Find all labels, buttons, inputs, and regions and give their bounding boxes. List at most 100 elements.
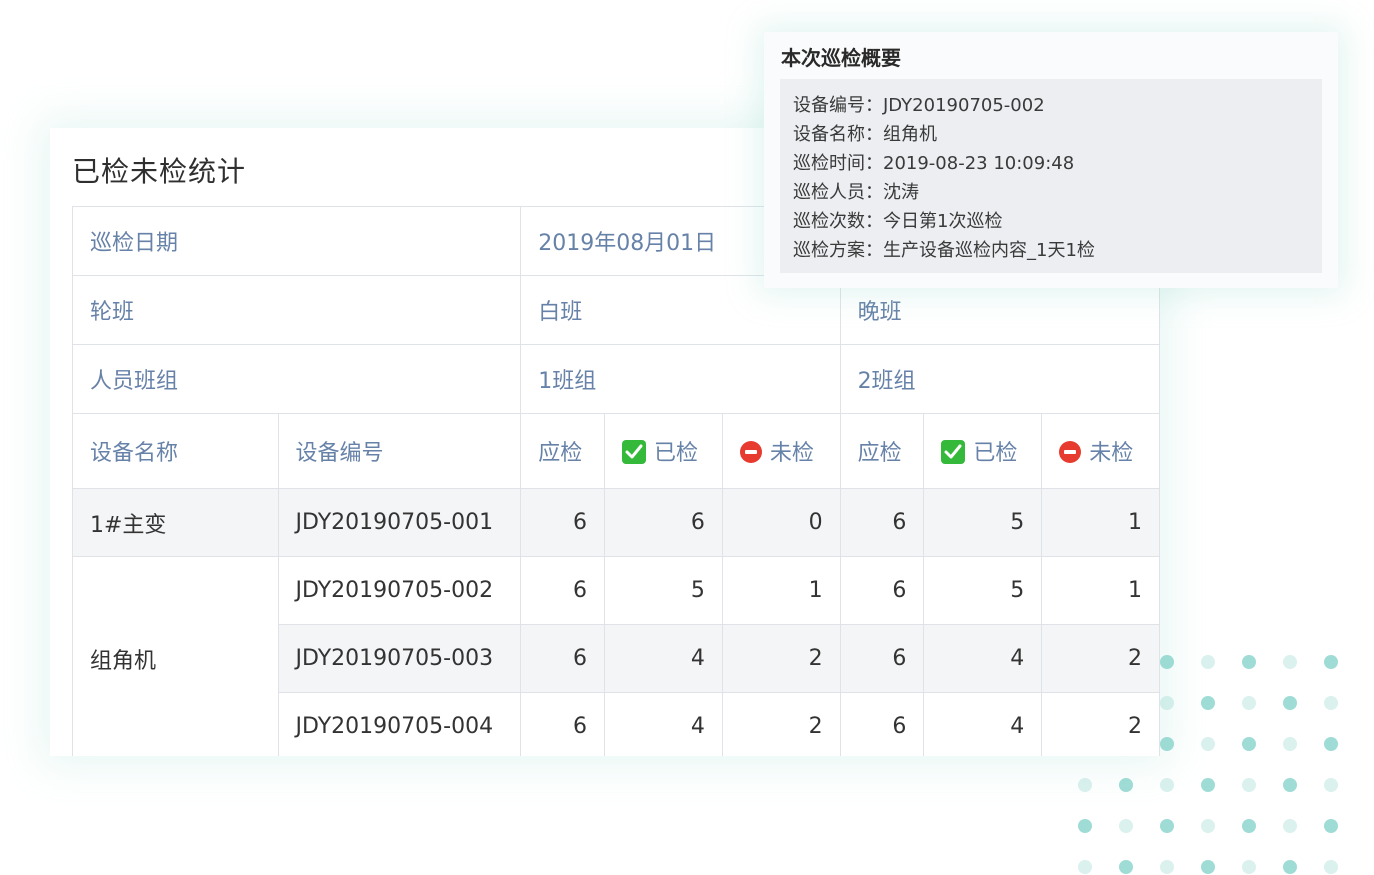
col-s1-done: 已检 bbox=[604, 413, 723, 489]
column-header-row: 设备名称 设备编号 应检 已检 未检 应检 已检 未检 bbox=[72, 413, 1160, 489]
s2-done-cell: 5 bbox=[923, 556, 1043, 625]
popup-title: 本次巡检概要 bbox=[781, 46, 901, 70]
decorative-dot bbox=[1324, 696, 1338, 710]
col-device-name: 设备名称 bbox=[72, 413, 279, 489]
s2-undone-cell: 2 bbox=[1041, 692, 1160, 756]
decorative-dot bbox=[1283, 696, 1297, 710]
popup-device-name: 设备名称：组角机 bbox=[793, 124, 937, 145]
s1-undone-cell: 0 bbox=[721, 488, 841, 557]
col-s1-undone: 未检 bbox=[721, 413, 841, 489]
col-s2-due: 应检 bbox=[839, 413, 925, 489]
shift-label: 轮班 bbox=[71, 275, 522, 345]
s2-done-cell: 4 bbox=[923, 692, 1043, 756]
device-code-cell: JDY20190705-004 bbox=[277, 692, 522, 756]
device-code-cell: JDY20190705-002 bbox=[277, 556, 522, 625]
no-entry-icon bbox=[1059, 441, 1082, 463]
col-s1-undone-label: 未检 bbox=[769, 441, 814, 466]
s1-due-cell: 6 bbox=[520, 488, 606, 557]
decorative-dot bbox=[1324, 778, 1338, 792]
popup-inspector: 巡检人员：沈涛 bbox=[793, 182, 919, 203]
col-s2-undone-label: 未检 bbox=[1089, 441, 1134, 466]
decorative-dot bbox=[1242, 737, 1256, 751]
group-row: 人员班组 1班组 2班组 bbox=[71, 344, 1160, 414]
table-row[interactable]: 组角机 JDY20190705-002 6 5 1 6 5 1 bbox=[72, 556, 1160, 756]
decorative-dot bbox=[1283, 819, 1297, 833]
popup-device-code: 设备编号：JDY20190705-002 bbox=[793, 95, 1045, 116]
card-title: 已检未检统计 bbox=[72, 155, 247, 188]
device-code-cell: JDY20190705-001 bbox=[277, 488, 522, 557]
decorative-dot bbox=[1283, 778, 1297, 792]
col-s1-due: 应检 bbox=[520, 413, 606, 489]
s2-due-cell: 6 bbox=[839, 692, 925, 756]
popup-details: 设备编号：JDY20190705-002 设备名称：组角机 巡检时间：2019-… bbox=[780, 79, 1322, 273]
stats-table: 巡检日期 2019年08月01日 轮班 白班 晚班 人员班组 1班组 2班组 设… bbox=[71, 206, 1160, 756]
decorative-dot bbox=[1324, 737, 1338, 751]
table-row[interactable]: 1#主变 JDY20190705-001 6 6 0 6 5 1 bbox=[72, 488, 1160, 557]
s2-undone-cell: 2 bbox=[1041, 624, 1160, 693]
decorative-dot bbox=[1078, 860, 1092, 874]
device-name-cell: 1#主变 bbox=[72, 488, 279, 557]
s2-due-cell: 6 bbox=[839, 488, 925, 557]
decorative-dot bbox=[1160, 655, 1174, 669]
decorative-dot bbox=[1242, 819, 1256, 833]
decorative-dot bbox=[1119, 778, 1133, 792]
s1-due-cell: 6 bbox=[520, 624, 606, 693]
col-device-code: 设备编号 bbox=[277, 413, 522, 489]
group-label: 人员班组 bbox=[71, 344, 522, 414]
s1-done-cell: 4 bbox=[604, 624, 723, 693]
s2-due-cell: 6 bbox=[839, 556, 925, 625]
check-mark-icon bbox=[622, 440, 647, 464]
check-mark-icon bbox=[941, 440, 966, 464]
decorative-dot bbox=[1242, 860, 1256, 874]
s1-due-cell: 6 bbox=[520, 692, 606, 756]
decorative-dot bbox=[1324, 860, 1338, 874]
col-s1-done-label: 已检 bbox=[654, 441, 699, 466]
decorative-dot bbox=[1201, 696, 1215, 710]
decorative-dot bbox=[1160, 819, 1174, 833]
date-label: 巡检日期 bbox=[71, 206, 522, 276]
s2-undone-cell: 1 bbox=[1041, 556, 1160, 625]
inspection-summary-popup: 本次巡检概要 设备编号：JDY20190705-002 设备名称：组角机 巡检时… bbox=[764, 32, 1338, 288]
s2-done-cell: 5 bbox=[923, 488, 1043, 557]
s1-undone-cell: 2 bbox=[721, 624, 841, 693]
s2-due-cell: 6 bbox=[839, 624, 925, 693]
decorative-dot bbox=[1242, 696, 1256, 710]
group-1: 1班组 bbox=[520, 344, 841, 414]
no-entry-icon bbox=[739, 441, 762, 463]
popup-inspection-time: 巡检时间：2019-08-23 10:09:48 bbox=[793, 153, 1075, 174]
decorative-dot bbox=[1119, 819, 1133, 833]
decorative-dot bbox=[1078, 778, 1092, 792]
decorative-dot bbox=[1324, 819, 1338, 833]
decorative-dot bbox=[1201, 819, 1215, 833]
popup-inspection-plan: 巡检方案：生产设备巡检内容_1天1检 bbox=[793, 240, 1095, 261]
s1-due-cell: 6 bbox=[520, 556, 606, 625]
decorative-dot bbox=[1283, 655, 1297, 669]
decorative-dot bbox=[1160, 696, 1174, 710]
decorative-dot bbox=[1201, 860, 1215, 874]
decorative-dot bbox=[1201, 655, 1215, 669]
group-2: 2班组 bbox=[839, 344, 1160, 414]
decorative-dot bbox=[1201, 778, 1215, 792]
s1-done-cell: 6 bbox=[604, 488, 723, 557]
decorative-dot bbox=[1242, 655, 1256, 669]
decorative-dot bbox=[1160, 737, 1174, 751]
decorative-dot bbox=[1324, 655, 1338, 669]
col-s2-undone: 未检 bbox=[1041, 413, 1160, 489]
decorative-dot bbox=[1201, 737, 1215, 751]
col-s2-done-label: 已检 bbox=[973, 441, 1018, 466]
s2-done-cell: 4 bbox=[923, 624, 1043, 693]
decorative-dot bbox=[1283, 737, 1297, 751]
decorative-dot bbox=[1160, 860, 1174, 874]
decorative-dot bbox=[1078, 819, 1092, 833]
col-s2-done: 已检 bbox=[923, 413, 1043, 489]
s1-done-cell: 4 bbox=[604, 692, 723, 756]
popup-inspection-count: 巡检次数：今日第1次巡检 bbox=[793, 211, 1003, 232]
decorative-dot bbox=[1160, 778, 1174, 792]
s1-undone-cell: 2 bbox=[721, 692, 841, 756]
decorative-dot bbox=[1283, 860, 1297, 874]
decorative-dot bbox=[1242, 778, 1256, 792]
device-name-cell: 组角机 bbox=[72, 556, 279, 756]
device-code-cell: JDY20190705-003 bbox=[277, 624, 522, 693]
s1-undone-cell: 1 bbox=[721, 556, 841, 625]
s1-done-cell: 5 bbox=[604, 556, 723, 625]
